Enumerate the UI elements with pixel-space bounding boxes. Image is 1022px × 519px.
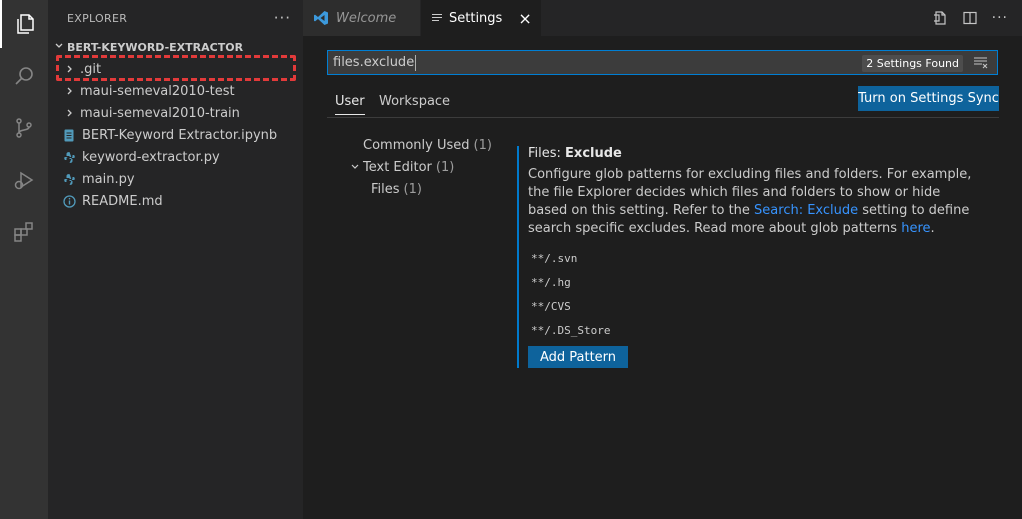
tree-item-readme[interactable]: README.md bbox=[48, 190, 303, 212]
explorer-icon[interactable] bbox=[0, 0, 48, 48]
toc-count: (1) bbox=[403, 181, 422, 197]
toc-label: Text Editor bbox=[363, 159, 432, 175]
chevron-right-icon bbox=[62, 108, 78, 118]
tree-item-label: maui-semeval2010-train bbox=[80, 105, 240, 121]
workspace-folder[interactable]: BERT-KEYWORD-EXTRACTOR bbox=[48, 36, 303, 58]
tree-item-label: README.md bbox=[82, 193, 163, 209]
pattern-item[interactable]: **/.svn bbox=[528, 246, 981, 270]
pattern-list: **/.svn **/.hg **/CVS **/.DS_Store bbox=[528, 246, 981, 342]
settings-toc: Commonly Used (1) Text Editor (1) Files … bbox=[343, 134, 513, 200]
editor-actions: ··· bbox=[932, 0, 1008, 36]
toc-count: (1) bbox=[473, 137, 492, 153]
tree-item-label: maui-semeval2010-test bbox=[80, 83, 235, 99]
tab-label: Settings bbox=[449, 10, 503, 26]
pattern-item[interactable]: **/CVS bbox=[528, 294, 981, 318]
run-debug-icon[interactable] bbox=[0, 156, 48, 204]
chevron-down-icon bbox=[54, 41, 64, 54]
settings-sync-button[interactable]: Turn on Settings Sync bbox=[858, 86, 999, 111]
tree-item-maui-test[interactable]: maui-semeval2010-test bbox=[48, 80, 303, 102]
toc-label: Commonly Used bbox=[363, 137, 470, 153]
chevron-down-icon bbox=[347, 162, 363, 172]
tree-item-label: BERT-Keyword Extractor.ipynb bbox=[82, 127, 278, 143]
settings-list-icon bbox=[431, 12, 443, 24]
explorer-sidebar: EXPLORER ··· BERT-KEYWORD-EXTRACTOR .git… bbox=[48, 0, 303, 519]
tree-item-main-py[interactable]: main.py bbox=[48, 168, 303, 190]
toc-label: Files bbox=[371, 181, 400, 197]
tab-label: Welcome bbox=[336, 10, 397, 26]
tab-workspace[interactable]: Workspace bbox=[379, 94, 450, 109]
python-file-icon bbox=[62, 172, 76, 186]
activity-bar bbox=[0, 0, 48, 519]
tab-welcome[interactable]: Welcome bbox=[303, 0, 421, 36]
explorer-header: EXPLORER ··· bbox=[48, 0, 303, 36]
setting-title: Files: Exclude bbox=[528, 146, 981, 164]
tree-item-label: keyword-extractor.py bbox=[82, 149, 220, 165]
toc-item-text-editor[interactable]: Text Editor (1) bbox=[343, 156, 513, 178]
setting-files-exclude: Files: Exclude Configure glob patterns f… bbox=[517, 146, 981, 368]
pattern-item[interactable]: **/.DS_Store bbox=[528, 318, 981, 342]
search-icon[interactable] bbox=[0, 52, 48, 100]
text-caret bbox=[415, 54, 417, 71]
chevron-right-icon bbox=[62, 86, 78, 96]
workspace-folder-label: BERT-KEYWORD-EXTRACTOR bbox=[67, 40, 244, 54]
tree-item-keyword-extractor[interactable]: keyword-extractor.py bbox=[48, 146, 303, 168]
python-file-icon bbox=[62, 150, 76, 164]
tab-user[interactable]: User bbox=[335, 94, 365, 115]
more-actions-icon[interactable]: ··· bbox=[992, 10, 1008, 26]
info-icon bbox=[62, 194, 76, 208]
description-text: . bbox=[930, 221, 935, 236]
glob-patterns-link[interactable]: here bbox=[901, 221, 930, 236]
settings-search-input[interactable]: files.exclude 2 Settings Found bbox=[327, 50, 998, 75]
extensions-icon[interactable] bbox=[0, 208, 48, 256]
open-settings-json-icon[interactable] bbox=[932, 10, 948, 26]
toc-count: (1) bbox=[435, 159, 455, 175]
search-exclude-link[interactable]: Search: Exclude bbox=[754, 203, 858, 218]
split-editor-icon[interactable] bbox=[962, 10, 978, 26]
toc-item-files[interactable]: Files (1) bbox=[343, 178, 513, 200]
clear-filter-icon[interactable] bbox=[973, 56, 988, 73]
tree-item-notebook[interactable]: BERT-Keyword Extractor.ipynb bbox=[48, 124, 303, 146]
tab-settings[interactable]: Settings × bbox=[421, 0, 541, 36]
chevron-right-icon bbox=[62, 64, 78, 74]
source-control-icon[interactable] bbox=[0, 104, 48, 152]
more-actions-icon[interactable]: ··· bbox=[274, 9, 291, 27]
explorer-title: EXPLORER bbox=[67, 11, 128, 25]
setting-name: Exclude bbox=[565, 146, 622, 161]
tree-item-label: .git bbox=[80, 61, 102, 77]
toc-item-commonly-used[interactable]: Commonly Used (1) bbox=[343, 134, 513, 156]
tree-item-label: main.py bbox=[82, 171, 135, 187]
close-icon[interactable]: × bbox=[518, 9, 531, 28]
pattern-item[interactable]: **/.hg bbox=[528, 270, 981, 294]
tree-item-git[interactable]: .git bbox=[48, 58, 303, 80]
search-input-value: files.exclude bbox=[333, 55, 415, 70]
notebook-file-icon bbox=[62, 128, 76, 142]
tab-bar: Welcome Settings × ··· bbox=[303, 0, 1022, 36]
setting-category: Files: bbox=[528, 146, 566, 161]
vscode-icon bbox=[313, 10, 329, 26]
editor-area: Welcome Settings × ··· files.exclude 2 S… bbox=[303, 0, 1022, 519]
setting-description: Configure glob patterns for excluding fi… bbox=[528, 166, 981, 238]
tree-item-maui-train[interactable]: maui-semeval2010-train bbox=[48, 102, 303, 124]
settings-found-badge: 2 Settings Found bbox=[862, 55, 963, 72]
add-pattern-button[interactable]: Add Pattern bbox=[528, 346, 628, 368]
